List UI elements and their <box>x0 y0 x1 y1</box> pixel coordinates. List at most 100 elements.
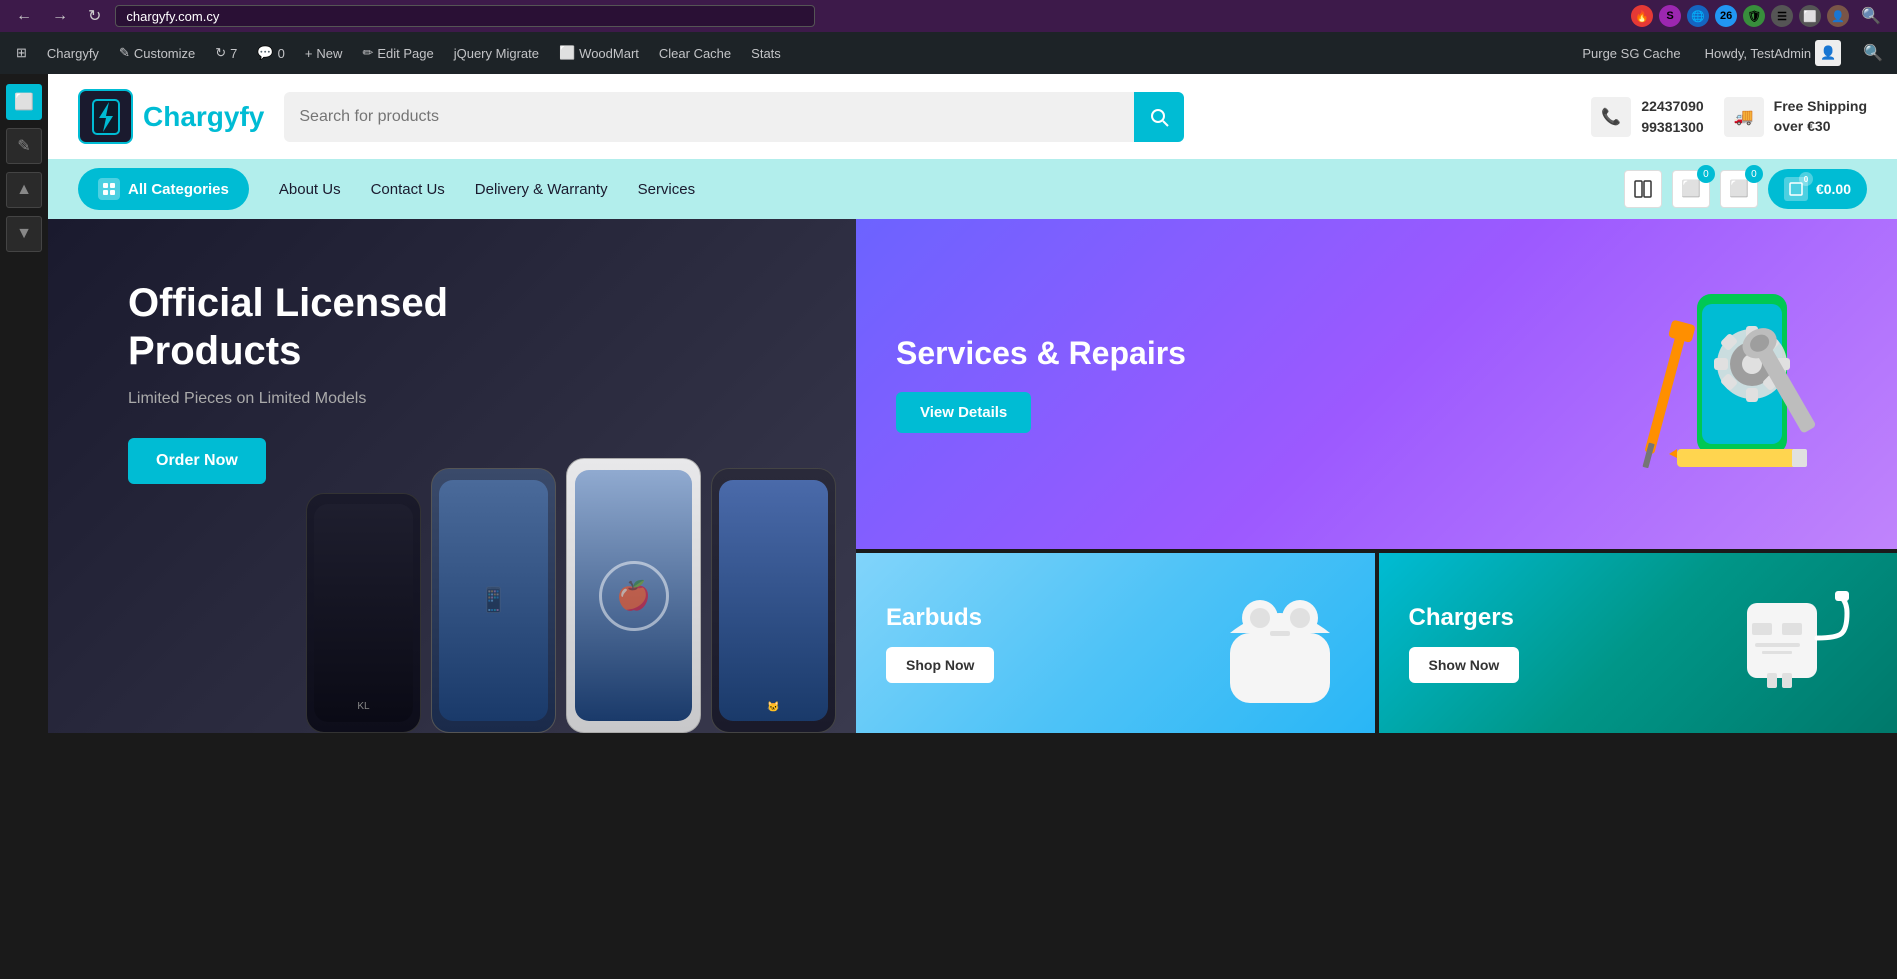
phone-4-cat-case: 🐱 <box>711 468 836 733</box>
search-input[interactable] <box>284 108 1134 126</box>
phone-area: 📞 22437090 99381300 <box>1591 96 1703 138</box>
phone-icon-box: 📞 <box>1591 97 1631 137</box>
nav-delivery-warranty[interactable]: Delivery & Warranty <box>475 181 608 198</box>
compare-icon <box>1634 180 1652 198</box>
all-categories-button[interactable]: All Categories <box>78 168 249 210</box>
earbuds-banner: Earbuds Shop Now <box>856 553 1375 733</box>
extension-icon-5[interactable]: 🛡 <box>1743 5 1765 27</box>
repair-illustration <box>1597 274 1877 494</box>
customize-icon: ✎ <box>119 45 130 61</box>
logo-part1: Chargy <box>143 101 239 132</box>
services-banner-content: Services & Repairs View Details <box>896 335 1186 433</box>
wp-comments[interactable]: 💬 0 <box>249 32 292 74</box>
back-button[interactable]: ← <box>10 5 38 27</box>
new-icon: + <box>305 46 313 61</box>
wp-site-name[interactable]: Chargyfy <box>39 32 107 74</box>
extension-icon-7[interactable]: ⬜ <box>1799 5 1821 27</box>
magsafe-ring: 🍎 <box>599 561 669 631</box>
account-icon: ⬜ <box>1729 179 1749 199</box>
shipping-label: Free Shipping <box>1774 97 1867 117</box>
search-bar[interactable] <box>284 92 1184 142</box>
wp-woodmart[interactable]: ⬜ WoodMart <box>551 32 647 74</box>
sidebar-icon-2[interactable]: ✎ <box>6 128 42 164</box>
sidebar-icon-3[interactable]: ▲ <box>6 172 42 208</box>
left-sidebar: ⬜ ✎ ▲ ▼ <box>0 74 48 979</box>
phone-1-case: KL <box>306 493 421 733</box>
wp-clear-cache[interactable]: Clear Cache <box>651 32 739 74</box>
earbuds-title: Earbuds <box>886 604 1195 632</box>
logo-part2: fy <box>239 101 264 132</box>
search-icon <box>1149 107 1169 127</box>
logo-icon <box>78 89 133 144</box>
account-button[interactable]: ⬜ 0 <box>1720 170 1758 208</box>
hero-phones: KL 📱 🍎 <box>306 458 836 733</box>
phone-2-blue: 📱 <box>431 468 556 733</box>
sidebar-icon-4[interactable]: ▼ <box>6 216 42 252</box>
all-categories-label: All Categories <box>128 181 229 198</box>
extension-icon-3[interactable]: 🌐 <box>1687 5 1709 27</box>
cart-button[interactable]: 0 €0.00 <box>1768 169 1867 209</box>
site-name-label: Chargyfy <box>47 46 99 61</box>
logo-area[interactable]: Chargyfy <box>78 89 264 144</box>
lightning-bolt-icon <box>91 98 121 136</box>
search-browser-button[interactable]: 🔍 <box>1855 4 1887 28</box>
phone-screen-white: 🍎 <box>575 470 692 721</box>
wp-new[interactable]: + New <box>297 32 351 74</box>
extension-icon-2[interactable]: S <box>1659 5 1681 27</box>
wp-howdy[interactable]: Howdy, TestAdmin 👤 <box>1697 32 1849 74</box>
order-now-button[interactable]: Order Now <box>128 438 266 484</box>
banner-bottom-row: Earbuds Shop Now <box>856 553 1897 733</box>
earbuds-shop-button[interactable]: Shop Now <box>886 647 994 683</box>
extension-icon-1[interactable]: 🔥 <box>1631 5 1653 27</box>
wp-stats[interactable]: Stats <box>743 32 789 74</box>
compare-button[interactable] <box>1624 170 1662 208</box>
grid-icon <box>102 182 116 196</box>
shipping-area: 🚚 Free Shipping over €30 <box>1724 97 1867 137</box>
search-wp-button[interactable]: 🔍 <box>1857 41 1889 65</box>
chargers-shop-button[interactable]: Show Now <box>1409 647 1520 683</box>
extension-icon-4[interactable]: 26 <box>1715 5 1737 27</box>
howdy-label: Howdy, TestAdmin <box>1705 46 1811 61</box>
phone-numbers: 22437090 99381300 <box>1641 96 1703 138</box>
nav-contact-us[interactable]: Contact Us <box>371 181 445 198</box>
wp-admin-right: Purge SG Cache Howdy, TestAdmin 👤 🔍 <box>1574 32 1889 74</box>
logo-text: Chargyfy <box>143 101 264 133</box>
updates-count: 7 <box>230 46 237 61</box>
phone-white-case: 🍎 <box>566 458 701 733</box>
nav-services[interactable]: Services <box>638 181 696 198</box>
updates-icon: ↻ <box>215 45 226 61</box>
sidebar-icon-1[interactable]: ⬜ <box>6 84 42 120</box>
phone-screen-blue: 📱 <box>439 480 547 722</box>
wishlist-button[interactable]: ⬜ 0 <box>1672 170 1710 208</box>
wp-logo-item[interactable]: ⊞ <box>8 32 35 74</box>
edit-page-label: Edit Page <box>377 46 433 61</box>
user-avatar[interactable]: 👤 <box>1827 5 1849 27</box>
header-right: 📞 22437090 99381300 🚚 Free Shipping over… <box>1591 96 1867 138</box>
wp-customize[interactable]: ✎ Customize <box>111 32 203 74</box>
edit-page-icon: ✏ <box>362 45 373 61</box>
purge-sg-label: Purge SG Cache <box>1582 46 1680 61</box>
view-details-button[interactable]: View Details <box>896 392 1031 433</box>
wp-jquery-migrate[interactable]: jQuery Migrate <box>446 32 547 74</box>
nav-about-us[interactable]: About Us <box>279 181 341 198</box>
phone-dark-case: KL <box>306 493 421 733</box>
forward-button[interactable]: → <box>46 5 74 27</box>
refresh-button[interactable]: ↻ <box>82 4 107 28</box>
phone-screen-content: 📱 <box>479 586 509 615</box>
search-submit-button[interactable] <box>1134 92 1184 142</box>
jquery-label: jQuery Migrate <box>454 46 539 61</box>
phone-1: 22437090 <box>1641 96 1703 117</box>
hero-title: Official Licensed Products <box>128 279 528 375</box>
hero-subtitle: Limited Pieces on Limited Models <box>128 390 796 408</box>
phone-blue-case: 📱 <box>431 468 556 733</box>
shipping-sublabel: over €30 <box>1774 117 1867 137</box>
sidebar-icon-4-symbol: ▼ <box>16 225 32 243</box>
wp-purge-sg[interactable]: Purge SG Cache <box>1574 32 1688 74</box>
phone-screen-dark: KL <box>314 504 413 723</box>
wp-updates[interactable]: ↻ 7 <box>207 32 245 74</box>
wp-edit-page[interactable]: ✏ Edit Page <box>354 32 441 74</box>
extension-icon-6[interactable]: ☰ <box>1771 5 1793 27</box>
comments-icon: 💬 <box>257 45 273 61</box>
address-bar[interactable] <box>115 5 815 27</box>
stats-label: Stats <box>751 46 781 61</box>
